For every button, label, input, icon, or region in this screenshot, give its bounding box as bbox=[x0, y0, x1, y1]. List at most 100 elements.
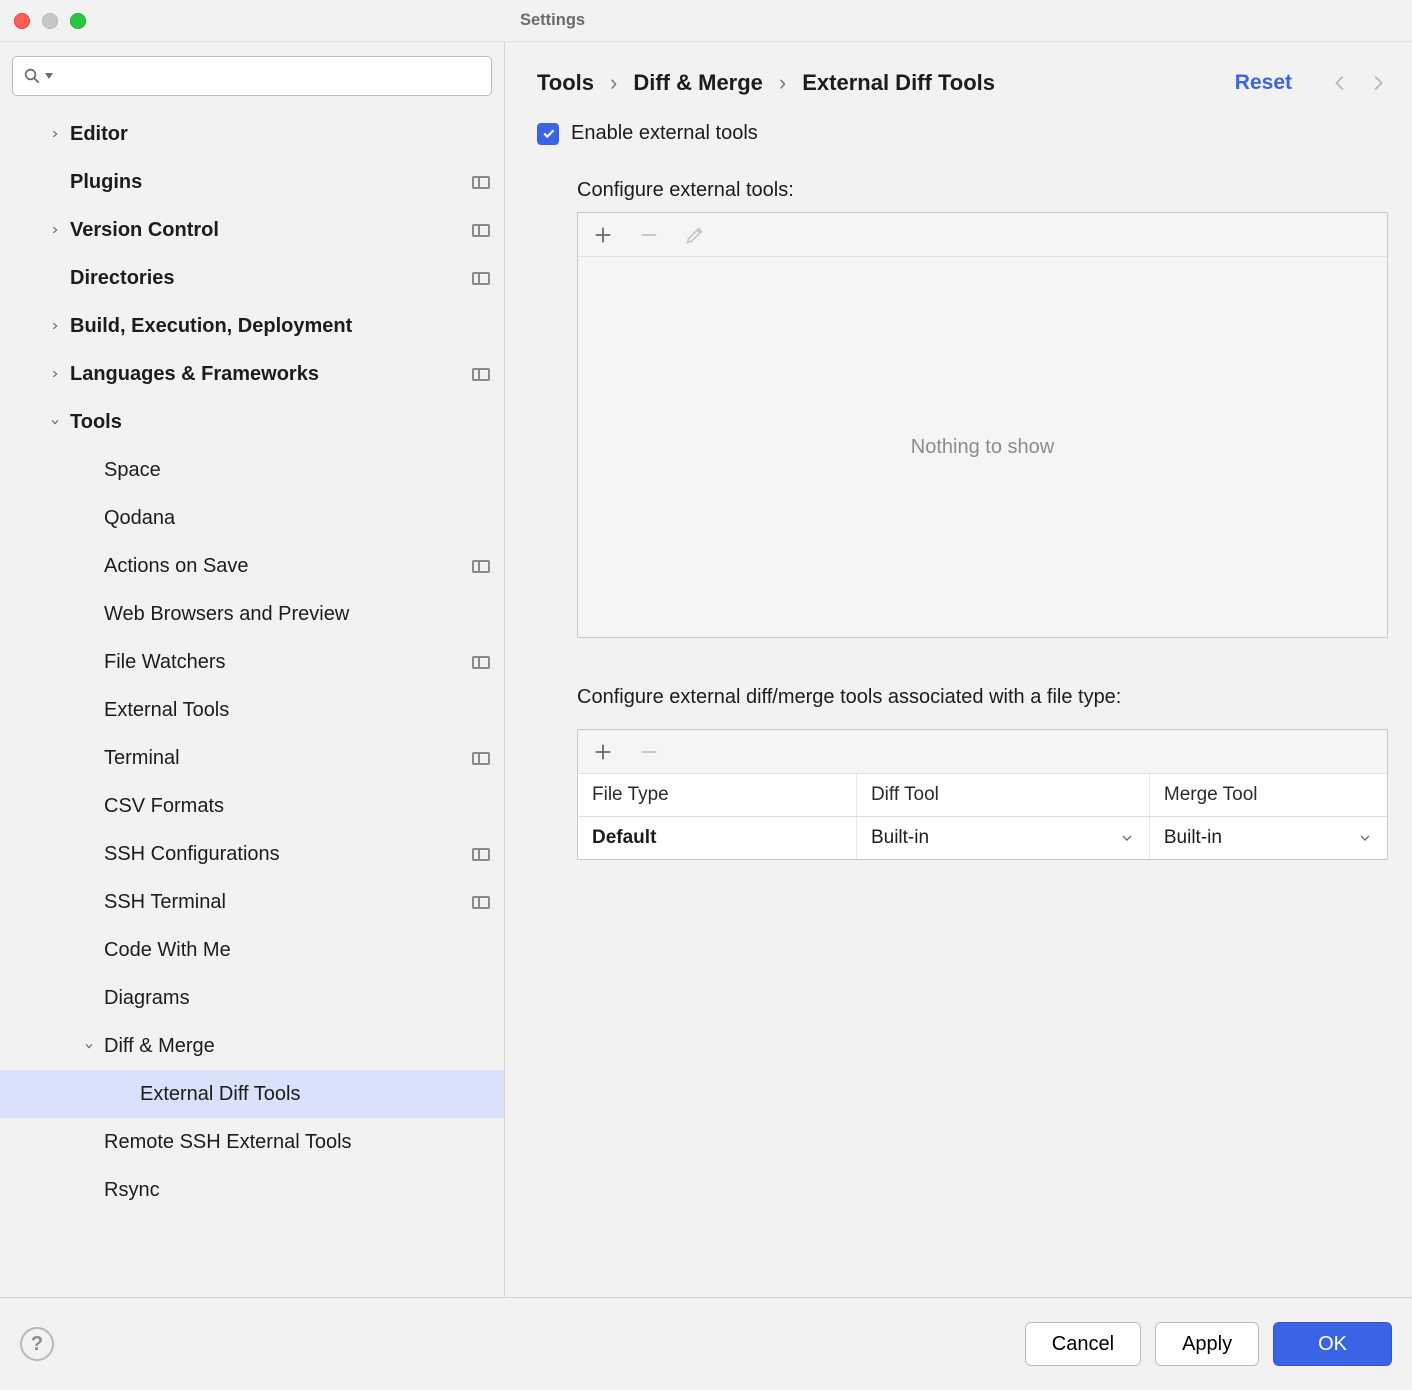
sidebar-item-label: Diagrams bbox=[104, 987, 490, 1010]
sidebar-item-label: Rsync bbox=[104, 1179, 490, 1202]
sidebar-item-label: Terminal bbox=[104, 747, 472, 770]
sidebar-item-directories[interactable]: Directories bbox=[0, 254, 504, 302]
search-input-wrapper[interactable] bbox=[12, 56, 492, 96]
nav-back-icon[interactable] bbox=[1330, 72, 1352, 94]
sidebar-item-label: Code With Me bbox=[104, 939, 490, 962]
sidebar-item-editor[interactable]: Editor bbox=[0, 110, 504, 158]
reset-button[interactable]: Reset bbox=[1235, 71, 1292, 95]
chevron-right-icon bbox=[46, 221, 64, 239]
titlebar: Settings bbox=[0, 0, 1412, 42]
chevron-right-icon bbox=[46, 365, 64, 383]
enable-external-tools-checkbox[interactable] bbox=[537, 123, 559, 145]
plus-icon bbox=[592, 741, 614, 763]
cell-diff-tool-dropdown[interactable]: Built-in bbox=[857, 817, 1150, 859]
window-maximize-button[interactable] bbox=[70, 13, 86, 29]
sidebar-item-label: Space bbox=[104, 459, 490, 482]
enable-external-tools-label: Enable external tools bbox=[571, 122, 758, 145]
chevron-down-icon bbox=[1119, 830, 1135, 846]
separate-window-icon bbox=[472, 656, 490, 669]
table-row[interactable]: Default Built-in Built-in bbox=[578, 817, 1387, 859]
sidebar-item-ssh-terminal[interactable]: SSH Terminal bbox=[0, 878, 504, 926]
sidebar-item-plugins[interactable]: Plugins bbox=[0, 158, 504, 206]
column-file-type: File Type bbox=[578, 774, 857, 816]
sidebar-item-ssh-configurations[interactable]: SSH Configurations bbox=[0, 830, 504, 878]
settings-sidebar: Editor Plugins Version Control Directories B… bbox=[0, 42, 505, 1297]
plus-icon bbox=[592, 224, 614, 246]
sidebar-item-label: Actions on Save bbox=[104, 555, 472, 578]
add-button[interactable] bbox=[592, 224, 614, 246]
search-input[interactable] bbox=[59, 66, 481, 86]
sidebar-item-label: SSH Terminal bbox=[104, 891, 472, 914]
help-button[interactable]: ? bbox=[20, 1327, 54, 1361]
sidebar-item-actions-on-save[interactable]: Actions on Save bbox=[0, 542, 504, 590]
cancel-button[interactable]: Cancel bbox=[1025, 1322, 1141, 1366]
search-icon bbox=[23, 67, 41, 85]
separate-window-icon bbox=[472, 848, 490, 861]
sidebar-item-csv-formats[interactable]: CSV Formats bbox=[0, 782, 504, 830]
chevron-right-icon: › bbox=[610, 70, 617, 96]
sidebar-item-label: Plugins bbox=[70, 171, 472, 194]
sidebar-item-label: Version Control bbox=[70, 219, 472, 242]
column-diff-tool: Diff Tool bbox=[857, 774, 1150, 816]
sidebar-item-file-watchers[interactable]: File Watchers bbox=[0, 638, 504, 686]
window-close-button[interactable] bbox=[14, 13, 30, 29]
sidebar-item-label: SSH Configurations bbox=[104, 843, 472, 866]
sidebar-item-label: Diff & Merge bbox=[104, 1035, 490, 1058]
separate-window-icon bbox=[472, 272, 490, 285]
file-type-tools-panel: File Type Diff Tool Merge Tool Default B… bbox=[577, 729, 1388, 860]
sidebar-item-diagrams[interactable]: Diagrams bbox=[0, 974, 504, 1022]
separate-window-icon bbox=[472, 368, 490, 381]
empty-list-placeholder: Nothing to show bbox=[578, 257, 1387, 637]
sidebar-item-space[interactable]: Space bbox=[0, 446, 504, 494]
pencil-icon bbox=[684, 224, 706, 246]
window-title: Settings bbox=[520, 11, 720, 30]
minus-icon bbox=[638, 224, 660, 246]
sidebar-item-label: Build, Execution, Deployment bbox=[70, 315, 490, 338]
search-filter-dropdown-icon[interactable] bbox=[45, 73, 53, 79]
cell-merge-tool-dropdown[interactable]: Built-in bbox=[1150, 817, 1387, 859]
sidebar-item-diff-merge[interactable]: Diff & Merge bbox=[0, 1022, 504, 1070]
sidebar-item-label: External Tools bbox=[104, 699, 490, 722]
sidebar-item-tools[interactable]: Tools bbox=[0, 398, 504, 446]
separate-window-icon bbox=[472, 224, 490, 237]
column-merge-tool: Merge Tool bbox=[1150, 774, 1387, 816]
sidebar-item-languages-frameworks[interactable]: Languages & Frameworks bbox=[0, 350, 504, 398]
sidebar-item-label: Languages & Frameworks bbox=[70, 363, 472, 386]
sidebar-item-label: CSV Formats bbox=[104, 795, 490, 818]
chevron-right-icon bbox=[46, 317, 64, 335]
ok-button[interactable]: OK bbox=[1273, 1322, 1392, 1366]
edit-button bbox=[684, 224, 706, 246]
dialog-button-bar: ? Cancel Apply OK bbox=[0, 1298, 1412, 1390]
sidebar-item-web-browsers-and-preview[interactable]: Web Browsers and Preview bbox=[0, 590, 504, 638]
sidebar-item-qodana[interactable]: Qodana bbox=[0, 494, 504, 542]
sidebar-item-label: Web Browsers and Preview bbox=[104, 603, 490, 626]
settings-tree: Editor Plugins Version Control Directories B… bbox=[0, 104, 504, 1297]
sidebar-item-rsync[interactable]: Rsync bbox=[0, 1166, 504, 1214]
remove-button bbox=[638, 224, 660, 246]
remove-row-button bbox=[638, 741, 660, 763]
minus-icon bbox=[638, 741, 660, 763]
sidebar-item-label: Tools bbox=[70, 411, 490, 434]
add-row-button[interactable] bbox=[592, 741, 614, 763]
check-icon bbox=[541, 126, 556, 141]
separate-window-icon bbox=[472, 896, 490, 909]
sidebar-item-version-control[interactable]: Version Control bbox=[0, 206, 504, 254]
sidebar-item-label: Directories bbox=[70, 267, 472, 290]
sidebar-item-external-tools[interactable]: External Tools bbox=[0, 686, 504, 734]
sidebar-item-external-diff-tools[interactable]: External Diff Tools bbox=[0, 1070, 504, 1118]
sidebar-item-terminal[interactable]: Terminal bbox=[0, 734, 504, 782]
apply-button[interactable]: Apply bbox=[1155, 1322, 1259, 1366]
window-minimize-button[interactable] bbox=[42, 13, 58, 29]
nav-forward-icon[interactable] bbox=[1366, 72, 1388, 94]
sidebar-item-remote-ssh-external-tools[interactable]: Remote SSH External Tools bbox=[0, 1118, 504, 1166]
sidebar-item-build-execution-deployment[interactable]: Build, Execution, Deployment bbox=[0, 302, 504, 350]
breadcrumb-item[interactable]: Tools bbox=[537, 70, 594, 96]
sidebar-item-code-with-me[interactable]: Code With Me bbox=[0, 926, 504, 974]
breadcrumb: Tools › Diff & Merge › External Diff Too… bbox=[537, 70, 1388, 96]
configure-file-type-tools-label: Configure external diff/merge tools asso… bbox=[577, 686, 1388, 709]
chevron-down-icon bbox=[1357, 830, 1373, 846]
configure-external-tools-label: Configure external tools: bbox=[577, 179, 1388, 202]
breadcrumb-item[interactable]: Diff & Merge bbox=[633, 70, 763, 96]
external-tools-panel: Nothing to show bbox=[577, 212, 1388, 638]
table-header: File Type Diff Tool Merge Tool bbox=[578, 774, 1387, 817]
